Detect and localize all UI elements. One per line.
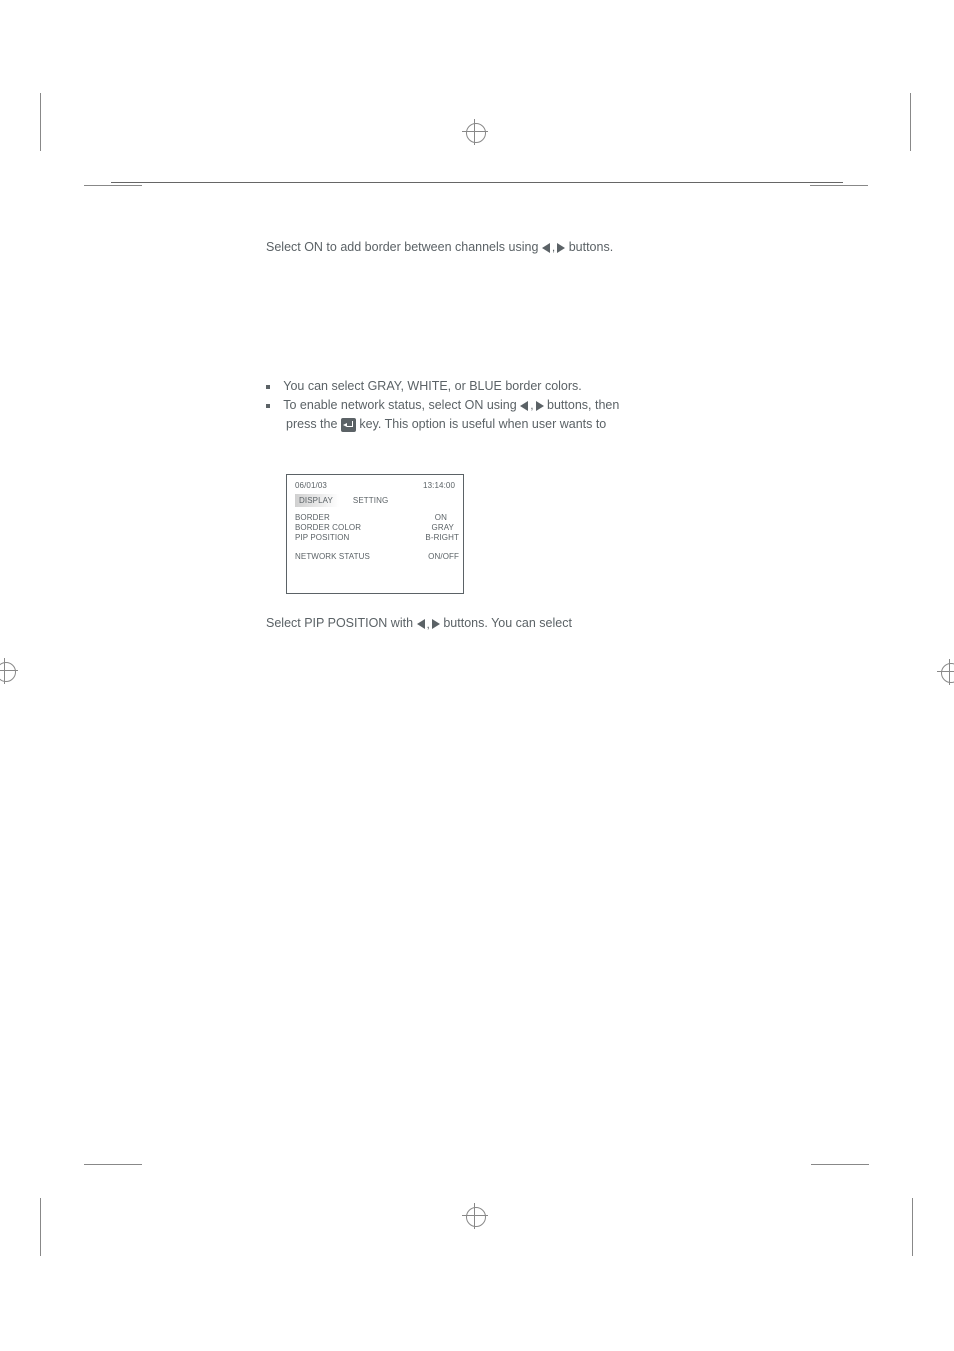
note-line-2a: To enable network status, select ON usin… xyxy=(266,396,843,415)
text: Select PIP POSITION with xyxy=(266,616,417,630)
registration-mark-left xyxy=(0,658,18,684)
crop-tick xyxy=(40,93,41,151)
osd-value: ON/OFF xyxy=(428,552,459,561)
osd-header: 06/01/03 13:14:00 xyxy=(295,481,455,490)
osd-tabs: DISPLAY SETTING xyxy=(295,494,455,507)
bullet-icon xyxy=(266,404,270,408)
note-line-1: You can select GRAY, WHITE, or BLUE bord… xyxy=(266,377,843,396)
text: buttons, then xyxy=(547,398,619,412)
text: key. This option is useful when user wan… xyxy=(359,417,606,431)
triangle-left-icon xyxy=(542,243,550,253)
text: buttons. xyxy=(569,240,613,254)
triangle-right-icon xyxy=(557,243,565,253)
osd-value: B-RIGHT xyxy=(425,533,459,542)
osd-value: GRAY xyxy=(432,523,454,532)
osd-value: ON xyxy=(435,513,447,522)
text: Select ON to add border between channels… xyxy=(266,240,542,254)
crop-tick xyxy=(40,1198,41,1256)
registration-mark-right xyxy=(937,659,954,685)
osd-label: BORDER COLOR xyxy=(295,523,361,532)
note-line-2b: press the key. This option is useful whe… xyxy=(286,415,843,434)
triangle-left-icon xyxy=(417,619,425,629)
triangle-right-icon xyxy=(536,401,544,411)
osd-row-border-color: BORDER COLOR GRAY xyxy=(295,523,455,532)
page-content: Select ON to add border between channels… xyxy=(111,182,843,634)
text: You can select GRAY, WHITE, or BLUE bord… xyxy=(283,379,582,393)
left-right-arrow-icon: , xyxy=(417,615,440,634)
registration-mark-top xyxy=(462,119,488,145)
text: To enable network status, select ON usin… xyxy=(283,398,520,412)
osd-label: NETWORK STATUS xyxy=(295,552,370,561)
left-right-arrow-icon: , xyxy=(542,238,565,257)
triangle-right-icon xyxy=(432,619,440,629)
osd-date: 06/01/03 xyxy=(295,481,327,490)
enter-key-icon xyxy=(341,418,356,432)
bullet-icon xyxy=(266,385,270,389)
osd-screenshot: 06/01/03 13:14:00 DISPLAY SETTING BORDER… xyxy=(286,474,464,594)
osd-body: BORDER ON BORDER COLOR GRAY PIP POSITION… xyxy=(295,513,455,561)
text: buttons. You can select xyxy=(443,616,572,630)
osd-tab-setting: SETTING xyxy=(349,494,394,507)
osd-row-network-status: NETWORK STATUS ON/OFF xyxy=(295,552,455,561)
registration-mark-bottom xyxy=(462,1203,488,1229)
crop-tick xyxy=(811,1164,869,1165)
osd-label: BORDER xyxy=(295,513,330,522)
crop-tick xyxy=(910,93,911,151)
osd-row-border: BORDER ON xyxy=(295,513,455,522)
osd-time: 13:14:00 xyxy=(423,481,455,490)
paragraph-border: Select ON to add border between channels… xyxy=(266,238,843,257)
crop-tick xyxy=(84,1164,142,1165)
paragraph-pip-position: Select PIP POSITION with , buttons. You … xyxy=(266,614,843,633)
header-rule xyxy=(111,182,843,183)
osd-label: PIP POSITION xyxy=(295,533,349,542)
triangle-left-icon xyxy=(520,401,528,411)
osd-row-pip-position: PIP POSITION B-RIGHT xyxy=(295,533,455,542)
crop-tick xyxy=(912,1198,913,1256)
text: press the xyxy=(286,417,341,431)
osd-tab-display: DISPLAY xyxy=(295,494,339,507)
left-right-arrow-icon: , xyxy=(520,396,543,415)
